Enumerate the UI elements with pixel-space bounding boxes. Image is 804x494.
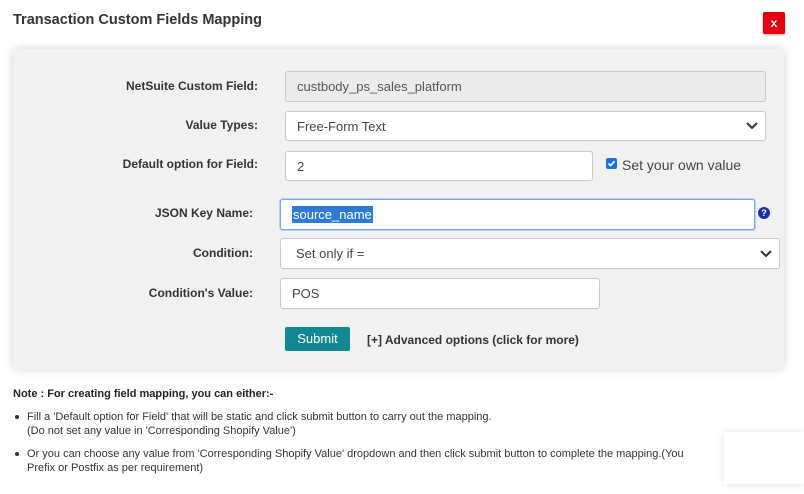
note-line: Prefix or Postfix as per requirement) <box>27 462 204 474</box>
condition-selected: Set only if = <box>296 246 365 261</box>
close-button[interactable]: x <box>763 12 785 34</box>
condition-value-input[interactable]: POS <box>280 278 600 309</box>
default-option-label: Default option for Field: <box>122 157 258 171</box>
check-icon <box>607 160 616 167</box>
json-key-input[interactable]: source_name <box>280 199 755 230</box>
note-line: Or you can choose any value from 'Corres… <box>27 448 684 460</box>
help-icon[interactable]: ? <box>758 207 770 219</box>
set-own-value-checkbox[interactable] <box>606 158 617 169</box>
netsuite-field-label: NetSuite Custom Field: <box>125 79 258 93</box>
default-option-value: 2 <box>297 158 305 174</box>
note-list: Fill a 'Default option for Field' that w… <box>13 410 804 475</box>
list-item: Or you can choose any value from 'Corres… <box>13 447 804 475</box>
condition-label: Condition: <box>193 246 253 260</box>
overlay-panel <box>724 432 804 484</box>
netsuite-field-value: custbody_ps_sales_platform <box>297 79 462 94</box>
advanced-options-link[interactable]: [+] Advanced options (click for more) <box>367 333 579 347</box>
chevron-down-icon <box>760 249 772 257</box>
note-line: (Do not set any value in 'Corresponding … <box>27 425 296 437</box>
json-key-value: source_name <box>292 206 373 223</box>
condition-select[interactable]: Set only if = <box>280 238 780 269</box>
netsuite-field-input: custbody_ps_sales_platform <box>285 71 766 102</box>
value-types-label: Value Types: <box>185 118 258 132</box>
note-line: Fill a 'Default option for Field' that w… <box>27 411 492 423</box>
submit-button[interactable]: Submit <box>285 327 350 351</box>
note-heading: Note : For creating field mapping, you c… <box>13 388 274 400</box>
json-key-label: JSON Key Name: <box>154 206 253 220</box>
condition-value-label: Condition's Value: <box>148 286 253 300</box>
value-types-selected: Free-Form Text <box>297 118 386 134</box>
condition-value-text: POS <box>292 286 320 301</box>
chevron-down-icon <box>746 122 758 130</box>
set-own-value-label: Set your own value <box>622 157 742 173</box>
list-item: Fill a 'Default option for Field' that w… <box>13 410 804 438</box>
dialog-title: Transaction Custom Fields Mapping <box>13 12 262 28</box>
default-option-input[interactable]: 2 <box>285 151 593 181</box>
value-types-select[interactable]: Free-Form Text <box>285 111 766 141</box>
